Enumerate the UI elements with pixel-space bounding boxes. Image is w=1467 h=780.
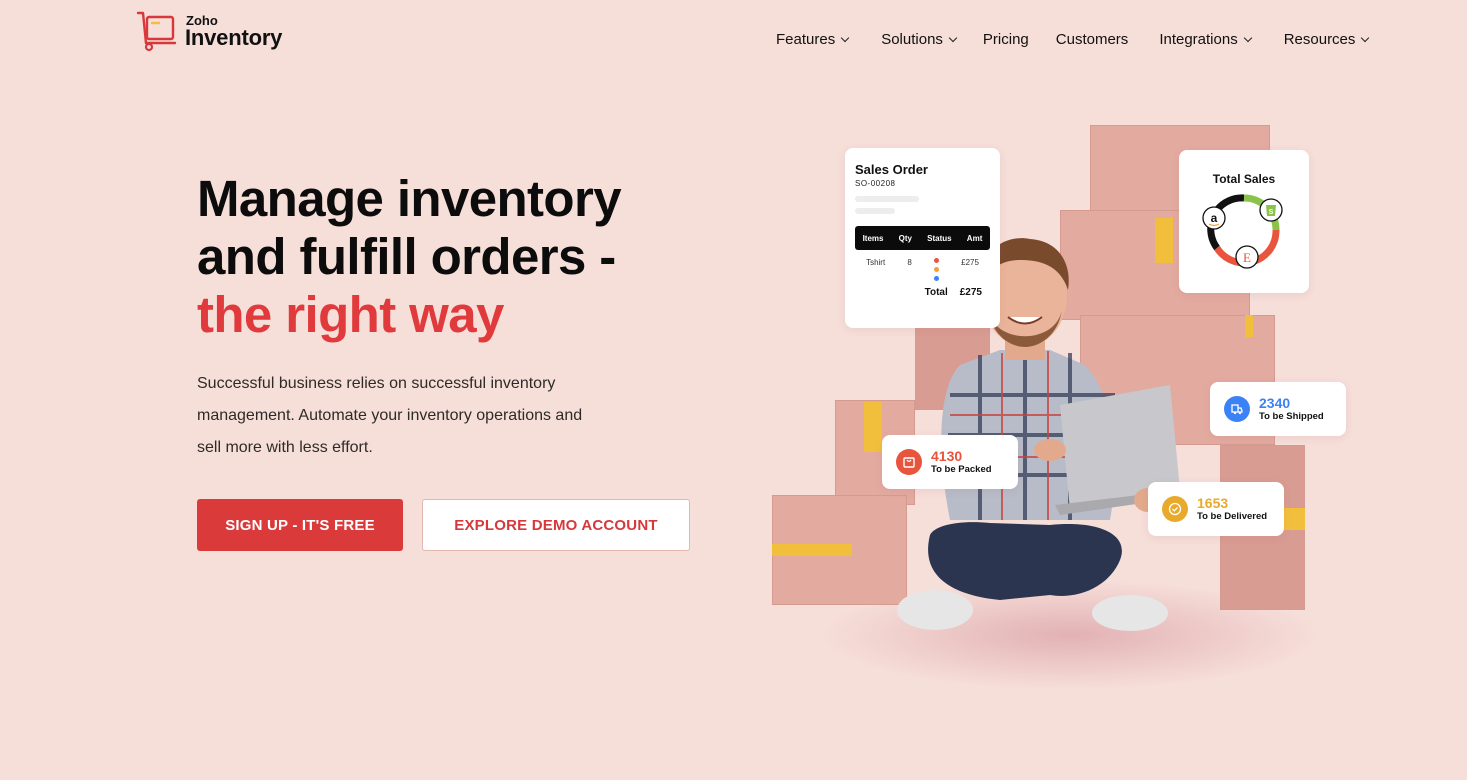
hero-description: Successful business relies on successful… [197, 375, 583, 456]
sales-order-number: SO-00208 [855, 179, 896, 188]
total-value: £275 [959, 287, 982, 298]
row-item: Tshirt [866, 258, 886, 267]
stat-card-shipped: 2340 To be Shipped [1210, 382, 1346, 436]
nav-pricing-label: Pricing [982, 31, 1029, 48]
amazon-icon: a [1202, 206, 1226, 230]
check-circle-icon [1162, 496, 1188, 522]
box-tape [772, 544, 852, 556]
col-items: Items [862, 233, 884, 243]
placeholder-bar [855, 208, 895, 214]
col-qty: Qty [898, 233, 912, 243]
signup-button[interactable]: SIGN UP - IT'S FREE [197, 499, 403, 551]
hero-title: Manage inventory and fulfill orders - th… [197, 170, 622, 344]
sales-order-table-header: Items Qty Status Amt [855, 226, 990, 250]
nav-customers[interactable]: Customers [1056, 31, 1129, 48]
total-sales-card: Total Sales a S E [1179, 150, 1309, 293]
zoho-inventory-logo[interactable]: Zoho Inventory [135, 10, 282, 52]
svg-text:E: E [1243, 250, 1251, 265]
nav-resources[interactable]: Resources [1283, 31, 1370, 48]
nav-solutions-label: Solutions [881, 31, 943, 48]
chevron-down-icon [840, 33, 850, 42]
hero-title-line1: Manage inventory [197, 170, 622, 227]
stat-label: To be Delivered [1197, 511, 1268, 522]
chevron-down-icon [948, 33, 958, 42]
col-status: Status [927, 233, 952, 243]
main-nav: Features Solutions Pricing Customers Int… [776, 31, 1370, 48]
total-sales-donut: a S E [1202, 194, 1283, 269]
stat-value: 2340 [1259, 395, 1291, 411]
status-dot-orange [933, 267, 939, 272]
stat-value: 1653 [1197, 495, 1229, 511]
sales-order-card: Sales Order SO-00208 Items Qty Status Am… [845, 148, 1000, 328]
table-row: Tshirt 8 £275 [855, 258, 990, 281]
nav-integrations[interactable]: Integrations [1159, 31, 1252, 48]
donut-segment-amazon [1214, 194, 1245, 213]
stat-card-packed: 4130 To be Packed [882, 435, 1018, 489]
truck-icon [1224, 396, 1250, 422]
svg-text:a: a [1211, 211, 1218, 225]
status-dot-blue [933, 276, 939, 281]
box-tape [1245, 315, 1253, 337]
nav-features[interactable]: Features [776, 31, 850, 48]
svg-text:S: S [1269, 209, 1274, 216]
nav-customers-label: Customers [1055, 31, 1129, 48]
row-qty: 8 [907, 258, 912, 267]
hero-illustration: Sales Order SO-00208 Items Qty Status Am… [760, 110, 1360, 690]
nav-integrations-label: Integrations [1159, 31, 1238, 48]
hero-title-accent: the right way [197, 286, 504, 343]
shopify-icon: S [1259, 198, 1283, 222]
nav-features-label: Features [776, 31, 836, 48]
nav-pricing[interactable]: Pricing [983, 31, 1029, 48]
col-amt: Amt [966, 233, 983, 243]
nav-solutions[interactable]: Solutions [881, 31, 958, 48]
stat-label: To be Packed [931, 464, 992, 475]
total-sales-title: Total Sales [1212, 172, 1276, 186]
chevron-down-icon [1243, 33, 1252, 42]
chevron-down-icon [1361, 33, 1370, 42]
stat-value: 4130 [931, 448, 963, 464]
status-dots [933, 258, 939, 281]
placeholder-bar [855, 196, 919, 202]
total-label: Total [924, 287, 948, 298]
stat-card-delivered: 1653 To be Delivered [1148, 482, 1284, 536]
sales-order-total: Total £275 [855, 287, 990, 298]
status-dot-red [933, 258, 939, 263]
cart-trolley-icon [136, 11, 177, 52]
logo-inventory-text: Inventory [185, 24, 283, 50]
nav-resources-label: Resources [1283, 31, 1356, 48]
etsy-icon: E [1235, 245, 1259, 269]
stat-label: To be Shipped [1259, 411, 1324, 422]
explore-demo-button[interactable]: EXPLORE DEMO ACCOUNT [422, 499, 690, 551]
sales-order-title: Sales Order [855, 162, 928, 177]
package-icon [896, 449, 922, 475]
hero-title-line2: and fulfill orders - [197, 228, 616, 285]
row-amount: £275 [961, 258, 979, 267]
